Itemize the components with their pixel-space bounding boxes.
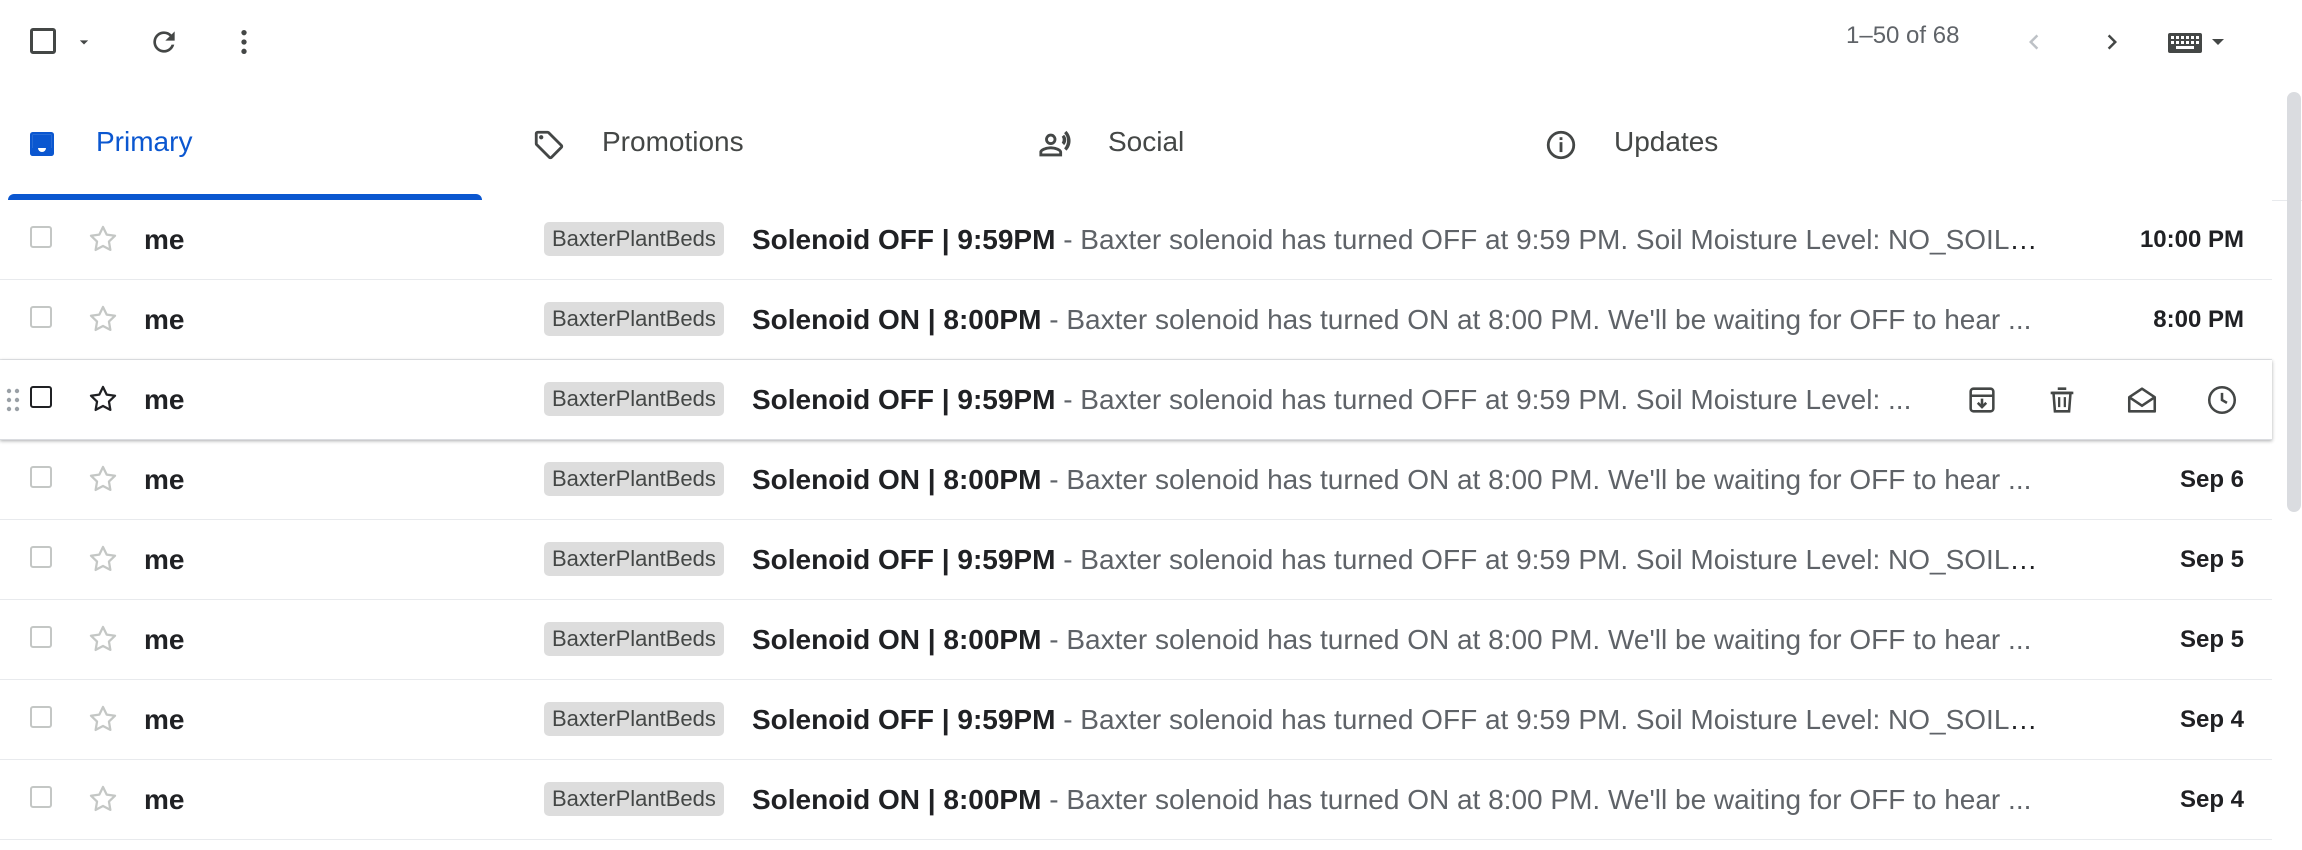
star-icon[interactable] [86, 622, 120, 656]
sender-name: me [144, 544, 185, 575]
email-subject: Solenoid ON | 8:00PM [752, 464, 1042, 495]
select-all-checkbox[interactable] [30, 28, 56, 54]
email-snippet: - Baxter solenoid has turned OFF at 9:59… [1055, 544, 2052, 575]
label-chip[interactable]: BaxterPlantBeds [544, 542, 724, 576]
hover-actions [0, 360, 2272, 439]
tag-icon [532, 128, 566, 162]
tab-label: Promotions [602, 126, 744, 157]
email-snippet: - Baxter solenoid has turned ON at 8:00 … [1041, 304, 2032, 335]
email-date: 8:00 PM [2153, 306, 2244, 333]
chevron-right-icon[interactable] [2092, 22, 2132, 62]
email-content: Solenoid ON | 8:00PM - Baxter solenoid h… [752, 304, 2052, 336]
email-snippet: - Baxter solenoid has turned OFF at 9:59… [1055, 704, 2052, 735]
email-date: Sep 4 [2179, 786, 2244, 813]
email-date: Sep 5 [2179, 546, 2244, 573]
star-icon[interactable] [86, 462, 120, 496]
tab-label: Updates [1614, 126, 1719, 157]
star-icon[interactable] [86, 302, 120, 336]
inbox-icon [26, 128, 58, 160]
email-subject: Solenoid ON | 8:00PM [752, 304, 1042, 335]
email-content: Solenoid OFF | 9:59PM - Baxter solenoid … [752, 224, 2052, 256]
sender-name: me [144, 624, 185, 655]
email-snippet: - Baxter solenoid has turned OFF at 9:59… [1055, 224, 2052, 255]
email-row[interactable]: me BaxterPlantBeds Solenoid OFF | 9:59PM… [0, 520, 2272, 600]
info-icon [1544, 128, 1578, 162]
email-date: Sep 5 [2179, 626, 2244, 653]
label-chip[interactable]: BaxterPlantBeds [544, 702, 724, 736]
tab-primary[interactable]: Primary [8, 88, 508, 200]
email-row[interactable]: me BaxterPlantBeds Solenoid OFF | 9:59PM… [0, 200, 2272, 280]
email-date: 10:00 PM [2139, 226, 2244, 253]
email-row[interactable]: me BaxterPlantBeds Solenoid ON | 8:00PM … [0, 760, 2272, 840]
email-content: Solenoid ON | 8:00PM - Baxter solenoid h… [752, 624, 2052, 656]
sender-name: me [144, 704, 185, 735]
star-icon[interactable] [86, 542, 120, 576]
email-snippet: - Baxter solenoid has turned ON at 8:00 … [1041, 624, 2032, 655]
label-chip[interactable]: BaxterPlantBeds [544, 462, 724, 496]
sender-name: me [144, 784, 185, 815]
email-content: Solenoid ON | 8:00PM - Baxter solenoid h… [752, 784, 2052, 816]
row-checkbox[interactable] [30, 626, 52, 648]
email-row[interactable]: me BaxterPlantBeds Solenoid ON | 8:00PM … [0, 280, 2272, 360]
email-subject: Solenoid OFF | 9:59PM [752, 224, 1056, 255]
email-content: Solenoid OFF | 9:59PM - Baxter solenoid … [752, 704, 2052, 736]
email-content: Solenoid ON | 8:00PM - Baxter solenoid h… [752, 464, 2052, 496]
row-checkbox[interactable] [30, 786, 52, 808]
keyboard-icon[interactable] [2164, 26, 2234, 60]
sender-name: me [144, 304, 185, 335]
email-subject: Solenoid OFF | 9:59PM [752, 544, 1056, 575]
star-icon[interactable] [86, 782, 120, 816]
tab-label: Social [1108, 126, 1185, 157]
email-date: Sep 6 [2179, 466, 2244, 493]
email-subject: Solenoid ON | 8:00PM [752, 784, 1042, 815]
tab-social[interactable]: Social [1020, 88, 1520, 200]
more-vert-icon[interactable] [224, 22, 264, 62]
refresh-icon[interactable] [144, 22, 184, 62]
label-chip[interactable]: BaxterPlantBeds [544, 302, 724, 336]
email-date: Sep 4 [2179, 706, 2244, 733]
row-checkbox[interactable] [30, 706, 52, 728]
email-row[interactable]: me BaxterPlantBeds Solenoid OFF | 9:59PM… [0, 360, 2272, 440]
tab-promotions[interactable]: Promotions [514, 88, 1014, 200]
row-checkbox[interactable] [30, 466, 52, 488]
pagination-text: 1–50 of 68 [1846, 22, 1960, 49]
star-icon[interactable] [86, 222, 120, 256]
scrollbar-thumb[interactable] [2287, 92, 2301, 512]
email-row[interactable]: me BaxterPlantBeds Solenoid OFF | 9:59PM… [0, 680, 2272, 760]
email-snippet: - Baxter solenoid has turned ON at 8:00 … [1041, 464, 2032, 495]
row-checkbox[interactable] [30, 226, 52, 248]
tab-updates[interactable]: Updates [1526, 88, 2026, 200]
tab-label: Primary [96, 126, 193, 157]
snooze-icon[interactable] [2202, 380, 2242, 420]
delete-icon[interactable] [2042, 380, 2082, 420]
row-checkbox[interactable] [30, 546, 52, 568]
caret-down-icon[interactable] [72, 30, 96, 54]
label-chip[interactable]: BaxterPlantBeds [544, 782, 724, 816]
sender-name: me [144, 224, 185, 255]
email-snippet: - Baxter solenoid has turned ON at 8:00 … [1041, 784, 2032, 815]
archive-icon[interactable] [1962, 380, 2002, 420]
sender-name: me [144, 464, 185, 495]
star-icon[interactable] [86, 702, 120, 736]
chevron-left-icon[interactable] [2014, 22, 2054, 62]
email-row[interactable]: me BaxterPlantBeds Solenoid ON | 8:00PM … [0, 440, 2272, 520]
people-icon [1038, 128, 1072, 162]
label-chip[interactable]: BaxterPlantBeds [544, 222, 724, 256]
toolbar: 1–50 of 68 [0, 0, 2302, 84]
label-chip[interactable]: BaxterPlantBeds [544, 622, 724, 656]
email-list: me BaxterPlantBeds Solenoid OFF | 9:59PM… [0, 200, 2272, 840]
email-subject: Solenoid ON | 8:00PM [752, 624, 1042, 655]
category-tabs: Primary Promotions Social Updates [0, 88, 2302, 201]
email-row[interactable]: me BaxterPlantBeds Solenoid ON | 8:00PM … [0, 600, 2272, 680]
row-checkbox[interactable] [30, 306, 52, 328]
email-subject: Solenoid OFF | 9:59PM [752, 704, 1056, 735]
email-content: Solenoid OFF | 9:59PM - Baxter solenoid … [752, 544, 2052, 576]
mark-as-read-icon[interactable] [2122, 380, 2162, 420]
